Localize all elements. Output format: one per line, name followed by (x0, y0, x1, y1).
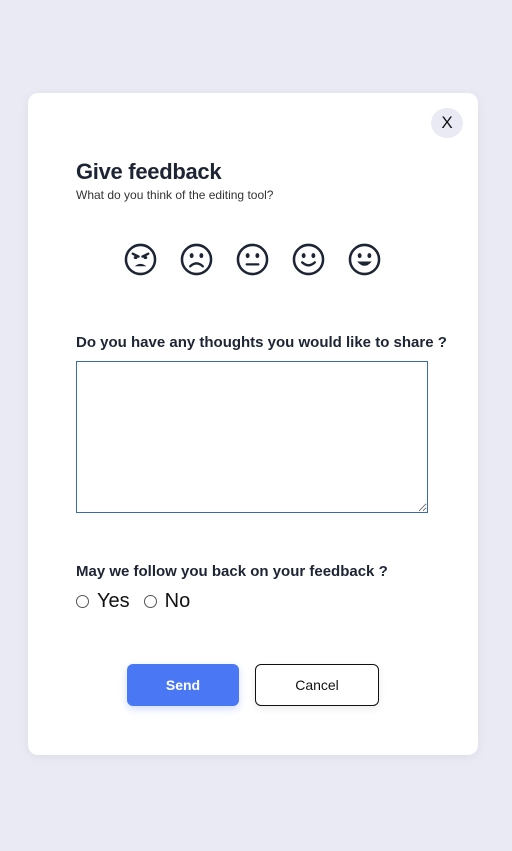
close-button[interactable]: X (431, 108, 463, 138)
thoughts-question: Do you have any thoughts you would like … (76, 334, 447, 351)
dialog-title: Give feedback (76, 159, 222, 184)
neutral-face-icon[interactable] (236, 243, 269, 276)
dialog-subtitle: What do you think of the editing tool? (76, 188, 274, 202)
feedback-dialog: X Give feedback What do you think of the… (28, 93, 478, 755)
follow-up-yes-option[interactable]: Yes (76, 590, 130, 613)
yes-radio[interactable] (76, 595, 89, 608)
frowning-face-icon[interactable] (180, 243, 213, 276)
cancel-button[interactable]: Cancel (255, 664, 379, 706)
thoughts-textarea[interactable] (76, 361, 428, 513)
grinning-face-icon[interactable] (348, 243, 381, 276)
yes-label: Yes (97, 590, 130, 612)
slightly-smiling-face-icon[interactable] (292, 243, 325, 276)
follow-up-no-option[interactable]: No (143, 590, 191, 613)
rating-row (124, 243, 381, 276)
send-button[interactable]: Send (127, 664, 239, 706)
angry-face-icon[interactable] (124, 243, 157, 276)
no-radio[interactable] (143, 595, 157, 608)
no-label: No (164, 590, 191, 612)
follow-up-options: Yes No (76, 590, 204, 613)
follow-up-question: May we follow you back on your feedback … (76, 563, 388, 580)
